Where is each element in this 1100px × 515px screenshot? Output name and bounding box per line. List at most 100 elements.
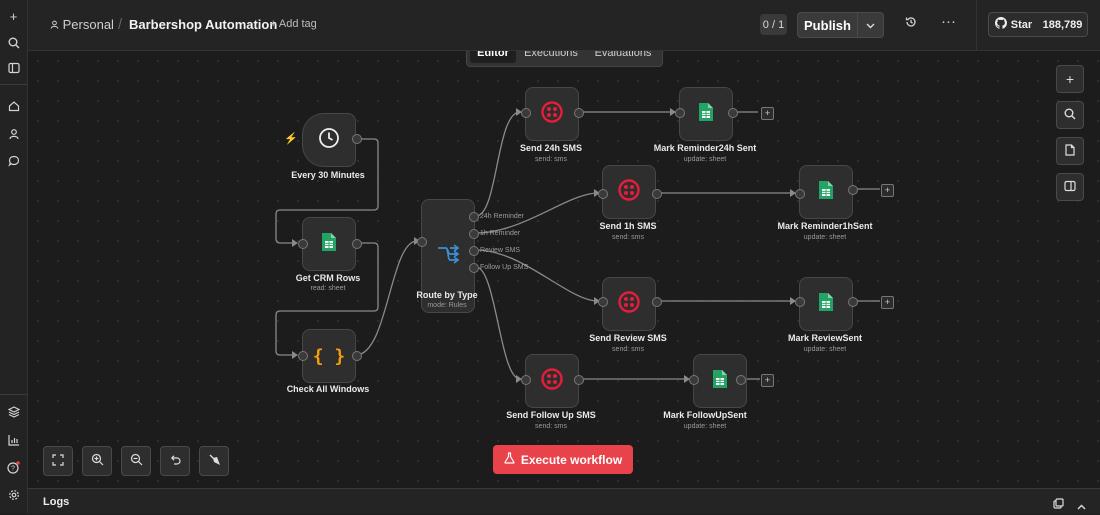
add-node-button[interactable]: +	[881, 184, 894, 197]
node-mark-reminder1hsent[interactable]	[799, 165, 853, 219]
node-send-follow-up-sms[interactable]	[525, 354, 579, 408]
trigger-lightning-icon: ⚡	[284, 133, 298, 145]
search-icon[interactable]	[0, 32, 27, 54]
zoom-out-icon	[130, 453, 143, 469]
output-handle[interactable]	[352, 134, 362, 144]
star-count[interactable]: 188,789	[1038, 12, 1088, 37]
panel-toggle-icon[interactable]	[0, 57, 27, 79]
add-node-button[interactable]: +	[761, 374, 774, 387]
output-handle[interactable]	[736, 375, 746, 385]
logs-panel[interactable]: Logs	[28, 488, 1100, 514]
templates-icon[interactable]	[0, 401, 27, 423]
execute-workflow-label: Execute workflow	[520, 452, 623, 467]
divider	[976, 0, 977, 50]
google-sheets-icon	[712, 369, 728, 394]
popout-icon[interactable]	[1053, 496, 1064, 514]
node-get-crm-rows[interactable]	[302, 217, 356, 271]
input-handle[interactable]	[417, 237, 427, 247]
input-handle[interactable]	[521, 375, 531, 385]
node-send-24h-sms[interactable]	[525, 87, 579, 141]
google-sheets-icon	[698, 102, 714, 127]
more-options-icon[interactable]: ···	[941, 13, 956, 30]
output-label: Follow Up SMS	[480, 264, 529, 271]
output-handle[interactable]	[652, 297, 662, 307]
google-sheets-icon	[818, 180, 834, 205]
undo-icon	[169, 454, 181, 469]
help-icon[interactable]: ?	[0, 456, 27, 478]
breadcrumb-separator: /	[118, 16, 123, 33]
execute-workflow-button[interactable]: Execute workflow	[493, 445, 633, 474]
input-handle[interactable]	[598, 189, 608, 199]
undo-button[interactable]	[160, 446, 190, 476]
flask-icon	[504, 452, 515, 467]
twilio-icon	[618, 178, 640, 206]
settings-icon[interactable]	[0, 484, 27, 506]
output-handle[interactable]	[848, 297, 858, 307]
output-handle[interactable]	[848, 185, 858, 195]
add-node-panel-button[interactable]: +	[1056, 65, 1084, 93]
history-icon[interactable]	[905, 16, 917, 31]
node-label: Check All Windows	[286, 384, 370, 394]
output-handle[interactable]	[352, 239, 362, 249]
input-handle[interactable]	[521, 108, 531, 118]
chat-icon[interactable]	[0, 150, 27, 172]
output-handle-review[interactable]	[469, 246, 479, 256]
chevron-down-icon	[866, 16, 875, 34]
input-handle[interactable]	[795, 297, 805, 307]
node-subtitle: mode: Rules	[427, 302, 467, 309]
toggle-panel-button[interactable]	[1056, 173, 1084, 201]
input-handle[interactable]	[298, 351, 308, 361]
user-icon[interactable]	[0, 123, 27, 145]
version-counter: 0 / 1	[760, 14, 787, 35]
workflow-canvas[interactable]: Editor Executions Evaluations ⚡ Every 30…	[28, 51, 1100, 488]
node-subtitle: send: sms	[535, 156, 567, 163]
sticky-note-button[interactable]	[1056, 137, 1084, 165]
tidy-up-button[interactable]	[199, 446, 229, 476]
output-handle-follow-up[interactable]	[469, 263, 479, 273]
publish-dropdown-button[interactable]	[857, 12, 884, 38]
input-handle[interactable]	[598, 297, 608, 307]
github-star-button[interactable]: Star	[988, 12, 1039, 37]
add-node-button[interactable]: +	[881, 296, 894, 309]
node-check-all-windows[interactable]: { }	[302, 329, 356, 383]
home-icon[interactable]	[0, 95, 27, 117]
input-handle[interactable]	[689, 375, 699, 385]
node-subtitle: update: sheet	[683, 156, 727, 163]
google-sheets-icon	[818, 292, 834, 317]
input-handle[interactable]	[675, 108, 685, 118]
output-handle[interactable]	[352, 351, 362, 361]
node-send-1h-sms[interactable]	[602, 165, 656, 219]
github-icon	[994, 17, 1007, 32]
node-every-30-minutes[interactable]	[302, 113, 356, 167]
insights-icon[interactable]	[0, 429, 27, 451]
output-handle[interactable]	[574, 375, 584, 385]
chevron-up-icon[interactable]	[1077, 497, 1086, 515]
output-handle-24h[interactable]	[469, 212, 479, 222]
output-handle[interactable]	[728, 108, 738, 118]
svg-text:?: ?	[11, 465, 15, 472]
zoom-in-button[interactable]	[82, 446, 112, 476]
output-handle[interactable]	[574, 108, 584, 118]
left-sidebar: + ?	[0, 0, 28, 513]
search-nodes-button[interactable]	[1056, 101, 1084, 129]
output-handle[interactable]	[652, 189, 662, 199]
node-label: Send 24h SMS	[519, 143, 582, 153]
input-handle[interactable]	[795, 189, 805, 199]
publish-button[interactable]: Publish	[797, 12, 858, 38]
output-handle-1h[interactable]	[469, 229, 479, 239]
output-label: Review SMS	[480, 247, 521, 254]
node-mark-reminder24h-sent[interactable]	[679, 87, 733, 141]
input-handle[interactable]	[298, 239, 308, 249]
node-send-review-sms[interactable]	[602, 277, 656, 331]
logs-label: Logs	[43, 496, 70, 508]
add-tag-button[interactable]: + Add tag	[270, 18, 317, 30]
plus-icon: +	[1065, 71, 1075, 87]
zoom-out-button[interactable]	[121, 446, 151, 476]
node-subtitle: update: sheet	[683, 423, 727, 430]
workflow-name[interactable]: Barbershop Automation	[129, 17, 277, 32]
fit-view-button[interactable]	[43, 446, 73, 476]
node-mark-reviewsent[interactable]	[799, 277, 853, 331]
plus-icon[interactable]: +	[0, 5, 27, 27]
add-node-button[interactable]: +	[761, 107, 774, 120]
breadcrumb-personal[interactable]: Personal	[50, 17, 114, 32]
